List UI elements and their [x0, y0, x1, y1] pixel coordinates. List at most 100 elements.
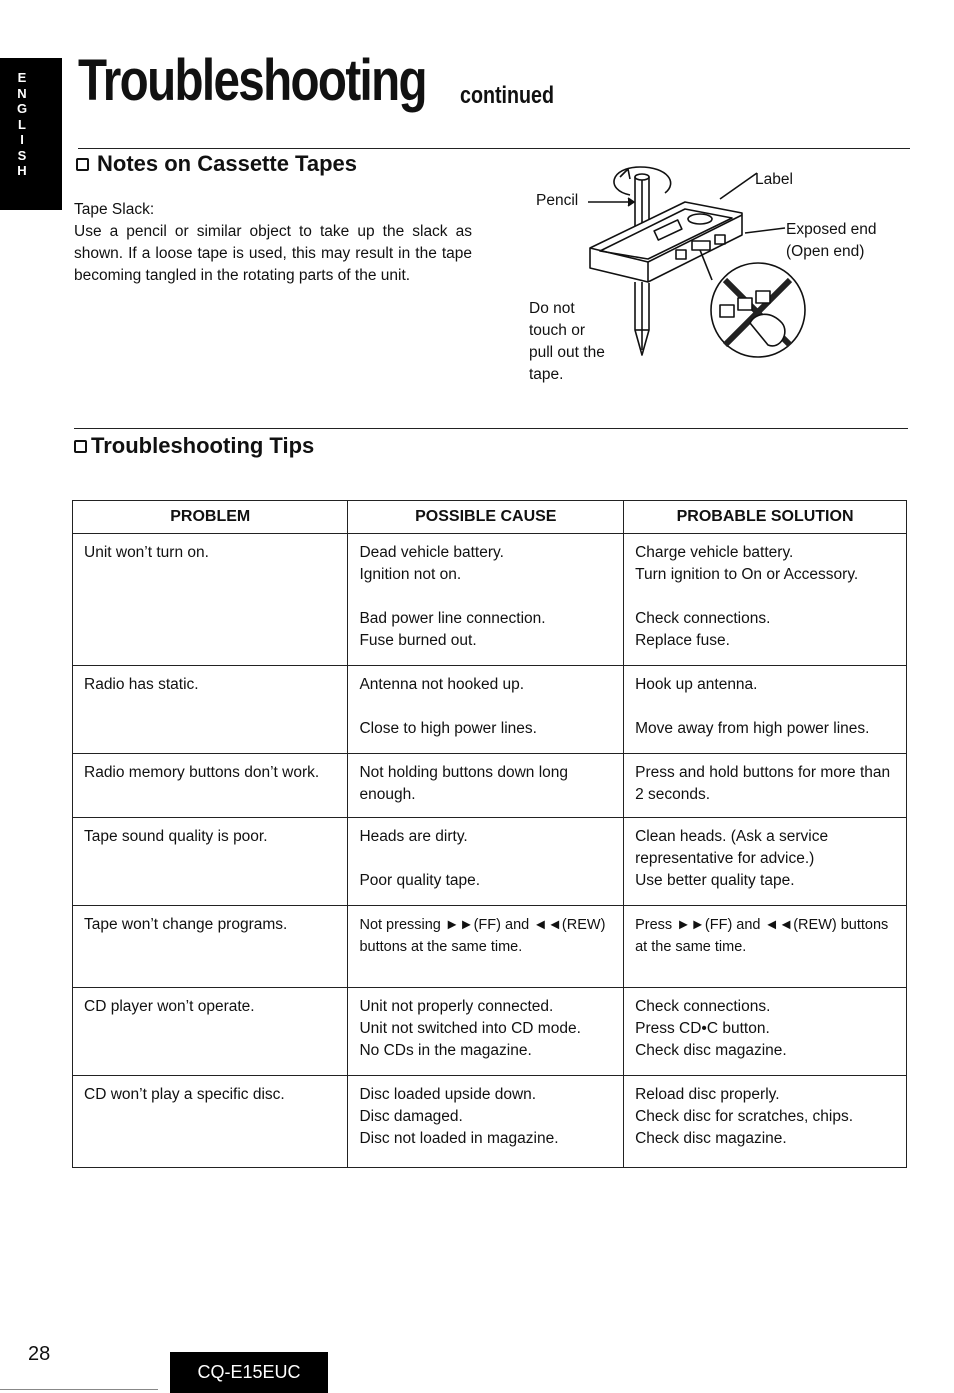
warning-line: touch or: [529, 322, 586, 339]
cause-cell: Heads are dirty. Poor quality tape.: [347, 817, 625, 906]
notes-paragraph: Use a pencil or similar object to take u…: [74, 223, 472, 284]
exposed-end-pointer: [744, 227, 786, 234]
solution-text: Use better quality tape.: [635, 872, 795, 889]
problem-text: Tape sound quality is poor.: [84, 828, 268, 845]
solution-cell: Press ►►(FF) and ◄◄(REW) buttons at the …: [623, 905, 907, 988]
cause-text: Not holding buttons down long enough.: [359, 764, 569, 803]
solution-text: Check disc magazine.: [635, 1042, 787, 1059]
solution-cell: Clean heads. (Ask a service representati…: [623, 817, 907, 906]
table-row: Radio has static. Antenna not hooked up. C…: [71, 665, 907, 754]
column-header-problem: PROBLEM: [71, 500, 349, 534]
page-title: Troubleshooting: [78, 48, 428, 113]
column-header-cause: POSSIBLE CAUSE: [347, 500, 625, 534]
model-badge: CQ-E15EUC: [170, 1352, 328, 1393]
table-row: CD won’t play a specific disc. Disc loade…: [71, 1075, 907, 1168]
solution-cell: Press and hold buttons for more than 2 s…: [623, 753, 907, 818]
solution-cell: Reload disc properly. Check disc for scra…: [623, 1075, 907, 1168]
cause-text: Ignition not on.: [359, 566, 462, 583]
troubleshooting-table: PROBLEM POSSIBLE CAUSE PROBABLE SOLUTION…: [71, 500, 907, 1168]
open-end-label: (Open end): [786, 243, 865, 260]
solution-text: Replace fuse.: [635, 632, 730, 649]
problem-text: Unit won’t turn on.: [84, 544, 209, 561]
solution-text: Check disc for scratches, chips.: [635, 1108, 854, 1125]
problem-text: Tape won’t change programs.: [84, 916, 288, 933]
cause-text: Unit not properly connected.: [359, 998, 554, 1015]
language-letter: L: [18, 116, 26, 132]
cause-text: Dead vehicle battery.: [359, 544, 504, 561]
cause-cell: Antenna not hooked up. Close to high powe…: [347, 665, 625, 754]
language-letter: E: [17, 70, 27, 85]
exposed-end-label: Exposed end: [786, 221, 877, 238]
problem-text: Radio memory buttons don’t work.: [84, 764, 320, 781]
solution-text: Charge vehicle battery.: [635, 544, 794, 561]
problem-cell: CD won’t play a specific disc.: [71, 1075, 349, 1168]
cassette-figure: Pencil Label Exposed end (Open end) Do n…: [520, 155, 920, 400]
table-row: Unit won’t turn on. Dead vehicle battery.…: [71, 533, 907, 666]
cause-cell: Disc loaded upside down. Disc damaged. Dis…: [347, 1075, 625, 1168]
solution-text: Press and hold buttons for more than 2 s…: [635, 764, 891, 803]
language-letter: S: [17, 147, 27, 163]
pencil-label: Pencil: [536, 192, 579, 209]
solution-cell: Charge vehicle battery. Turn ignition to …: [623, 533, 907, 666]
footer-divider: [0, 1389, 158, 1390]
problem-cell: Tape won’t change programs.: [71, 905, 349, 988]
problem-text: Radio has static.: [84, 676, 199, 693]
table-row: Tape sound quality is poor. Heads are dir…: [71, 817, 907, 906]
page-title-suffix: continued: [460, 82, 555, 109]
notes-body: Tape Slack: Use a pencil or similar obje…: [74, 199, 472, 287]
notes-heading: Notes on Cassette Tapes: [76, 151, 357, 177]
cause-text: Disc loaded upside down.: [359, 1086, 537, 1103]
language-letter: I: [20, 132, 24, 147]
table-row: CD player won’t operate. Unit not properl…: [71, 987, 907, 1076]
solution-text: Clean heads. (Ask a service representati…: [635, 828, 829, 867]
cause-text: Close to high power lines.: [359, 720, 537, 737]
solution-text: Hook up antenna.: [635, 676, 758, 693]
cause-cell: Unit not properly connected. Unit not swi…: [347, 987, 625, 1076]
table-header-row: PROBLEM POSSIBLE CAUSE PROBABLE SOLUTION: [71, 500, 907, 534]
warning-label: Do not touch or pull out the tape.: [529, 298, 605, 386]
checkbox-icon: [76, 157, 89, 171]
cause-text: Poor quality tape.: [359, 872, 481, 889]
problem-cell: Unit won’t turn on.: [71, 533, 349, 666]
warning-line: tape.: [529, 366, 564, 383]
warning-line: pull out the: [529, 344, 605, 361]
solution-text: Move away from high power lines.: [635, 720, 870, 737]
cause-cell: Not holding buttons down long enough.: [347, 753, 625, 818]
warning-line: Do not: [529, 300, 575, 317]
solution-text: Check disc magazine.: [635, 1130, 787, 1147]
cause-text: No CDs in the magazine.: [359, 1042, 532, 1059]
label-pointer: [719, 172, 758, 200]
solution-cell: Hook up antenna. Move away from high powe…: [623, 665, 907, 754]
solution-text: Turn ignition to On or Accessory.: [635, 566, 859, 583]
cause-text: Bad power line connection.: [359, 610, 546, 627]
solution-text: Check connections.: [635, 610, 771, 627]
cause-text: Fuse burned out.: [359, 632, 477, 649]
solution-cell: Check connections. Press CD•C button. Chec…: [623, 987, 907, 1076]
problem-cell: CD player won’t operate.: [71, 987, 349, 1076]
problem-text: CD player won’t operate.: [84, 998, 255, 1015]
problem-cell: Tape sound quality is poor.: [71, 817, 349, 906]
column-header-solution: PROBABLE SOLUTION: [623, 500, 907, 534]
cause-cell: Not pressing ►►(FF) and ◄◄(REW) buttons …: [347, 905, 625, 988]
label-label: Label: [755, 171, 793, 188]
problem-text: CD won’t play a specific disc.: [84, 1086, 285, 1103]
solution-text: Press ►►(FF) and ◄◄(REW) buttons at the …: [635, 917, 889, 955]
tips-heading-text: Troubleshooting Tips: [91, 433, 315, 458]
cause-text: Unit not switched into CD mode.: [359, 1020, 581, 1037]
cause-text: Not pressing ►►(FF) and ◄◄(REW) buttons …: [359, 917, 606, 955]
checkbox-icon: [74, 439, 87, 453]
divider: [74, 428, 908, 429]
language-letter: N: [17, 85, 27, 101]
table-row: Tape won’t change programs. Not pressing …: [71, 905, 907, 988]
notes-subtitle: Tape Slack:: [74, 201, 155, 218]
divider: [78, 148, 910, 149]
page-number: 28: [28, 1343, 51, 1365]
notes-heading-text: Notes on Cassette Tapes: [97, 151, 358, 176]
cause-text: Disc damaged.: [359, 1108, 463, 1125]
cause-text: Antenna not hooked up.: [359, 676, 525, 693]
solution-text: Press CD•C button.: [635, 1020, 770, 1037]
cause-text: Heads are dirty.: [359, 828, 468, 845]
language-tab: E N G L I S H: [0, 58, 62, 210]
language-letter: H: [17, 163, 27, 178]
table-row: Radio memory buttons don’t work. Not hold…: [71, 753, 907, 818]
